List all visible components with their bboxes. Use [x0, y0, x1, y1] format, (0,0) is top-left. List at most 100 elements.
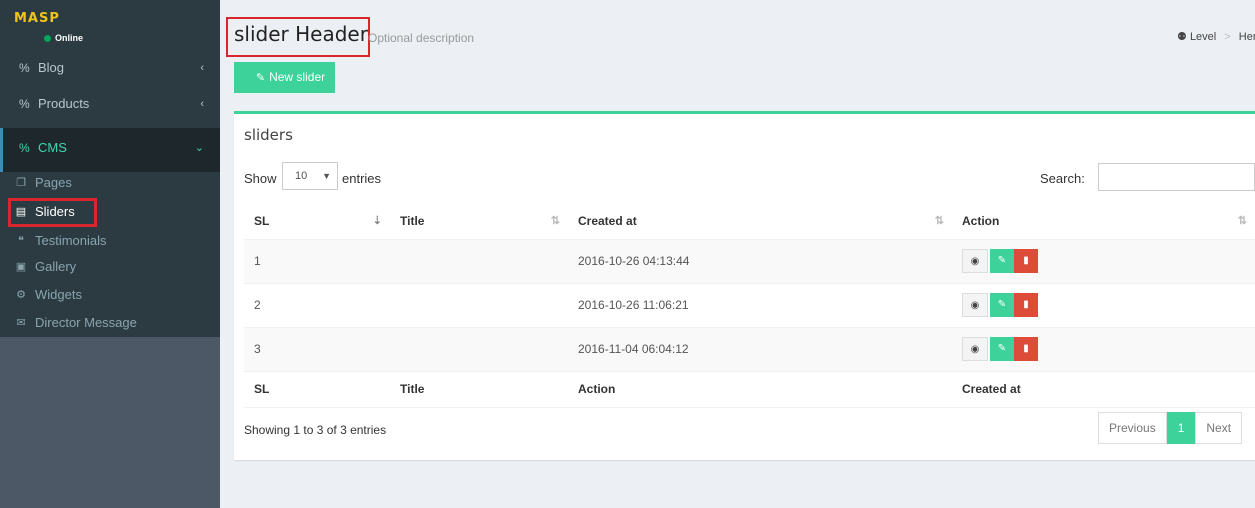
trash-icon: ▮ — [1023, 299, 1029, 310]
sidebar-item-label: Products — [38, 96, 90, 111]
column-header-label: SL — [254, 213, 270, 228]
edit-icon: ✎ — [997, 299, 1007, 310]
sort-asc-icon: ⇣ — [372, 215, 382, 227]
previous-button[interactable]: Previous — [1098, 412, 1167, 444]
column-header-sl[interactable]: SL ⇣ — [244, 203, 390, 240]
cell-action: ◉ ✎ ▮ — [952, 239, 1255, 284]
new-slider-label: New slider — [269, 70, 326, 84]
delete-button[interactable]: ▮ — [1014, 337, 1038, 361]
breadcrumb-separator: > — [1224, 31, 1231, 43]
footer-title: Title — [390, 370, 568, 408]
box-title: sliders — [244, 126, 293, 144]
footer-sl: SL — [244, 370, 390, 408]
table-header-row: SL ⇣ Title ⇅ Created at ⇅ Action ⇅ — [244, 203, 1255, 240]
cell-created-at: 2016-10-26 11:06:21 — [568, 283, 952, 328]
sidebar-item-label: Blog — [38, 60, 65, 75]
page-description: Optional description — [368, 31, 475, 45]
sidebar-subitem-widgets[interactable]: ⚙ Widgets — [0, 283, 220, 307]
delete-button[interactable]: ▮ — [1014, 293, 1038, 317]
link-icon: % — [19, 61, 30, 75]
sidebar-item-blog[interactable]: % Blog ‹ — [0, 58, 220, 84]
status-label: Online — [55, 33, 84, 43]
table-footer-row: SL Title Action Created at — [244, 370, 1255, 408]
sort-icon: ⇅ — [934, 215, 944, 227]
edit-button[interactable]: ✎ — [990, 249, 1014, 273]
cell-sl: 3 — [244, 327, 390, 372]
sidebar-subitem-label: Director Message — [35, 315, 137, 330]
show-label: Show — [244, 171, 277, 186]
footer-created-at: Created at — [952, 370, 1255, 408]
quote-icon: ❝ — [18, 235, 24, 247]
entries-label: entries — [342, 171, 382, 186]
sidebar-subitem-testimonials[interactable]: ❝ Testimonials — [0, 229, 220, 253]
edit-button[interactable]: ✎ — [990, 337, 1014, 361]
cell-action: ◉ ✎ ▮ — [952, 327, 1255, 372]
image-icon: ▣ — [15, 261, 27, 273]
status-online: Online — [44, 33, 83, 43]
cell-title — [390, 327, 568, 372]
pencil-icon: ✎ — [255, 72, 266, 84]
eye-icon: ◉ — [970, 256, 980, 267]
copy-icon: ❐ — [16, 177, 26, 189]
edit-icon: ✎ — [997, 255, 1007, 266]
table-row: 1 2016-10-26 04:13:44 ◉ ✎ ▮ — [244, 239, 1255, 284]
trash-icon: ▮ — [1023, 343, 1029, 354]
edit-button[interactable]: ✎ — [990, 293, 1014, 317]
sliders-box: sliders Show 10 ▼ entries Search: SL ⇣ Ti… — [234, 111, 1255, 460]
eye-icon: ◉ — [970, 344, 980, 355]
logo: MASP — [14, 11, 60, 26]
eye-icon: ◉ — [970, 300, 980, 311]
sidebar-subitem-gallery[interactable]: ▣ Gallery — [0, 255, 220, 279]
sidebar-item-cms[interactable]: % CMS ⌄ — [0, 128, 220, 172]
sidebar: MASP Online % Blog ‹ % Products ‹ % CMS … — [0, 0, 220, 508]
cell-sl: 2 — [244, 283, 390, 328]
cell-sl: 1 — [244, 239, 390, 284]
status-dot-icon — [44, 35, 51, 43]
cell-action: ◉ ✎ ▮ — [952, 283, 1255, 328]
page-title: slider Header — [234, 22, 368, 46]
edit-icon: ✎ — [997, 343, 1007, 354]
table-row: 3 2016-11-04 06:04:12 ◉ ✎ ▮ — [244, 327, 1255, 372]
cell-title — [390, 239, 568, 284]
entries-value: 10 — [295, 170, 308, 182]
view-button[interactable]: ◉ — [962, 249, 988, 273]
column-header-action[interactable]: Action ⇅ — [952, 203, 1255, 240]
sidebar-item-products[interactable]: % Products ‹ — [0, 94, 220, 120]
breadcrumb-here: Her — [1238, 31, 1255, 43]
link-icon: % — [19, 97, 30, 111]
column-header-label: Title — [400, 213, 425, 228]
table-row: 2 2016-10-26 11:06:21 ◉ ✎ ▮ — [244, 283, 1255, 328]
breadcrumb: ⚉ Level > Her — [1177, 30, 1255, 43]
dashboard-icon: ⚉ — [1177, 31, 1187, 43]
sliders-table: SL ⇣ Title ⇅ Created at ⇅ Action ⇅ 1 2016-10… — [244, 203, 1255, 408]
cell-created-at: 2016-10-26 04:13:44 — [568, 239, 952, 284]
sidebar-subitem-director-message[interactable]: ✉ Director Message — [0, 311, 220, 335]
sort-icon: ⇅ — [550, 215, 560, 227]
chevron-down-icon: ⌄ — [194, 142, 204, 154]
entries-select[interactable]: 10 ▼ — [282, 162, 338, 190]
next-button[interactable]: Next — [1195, 412, 1243, 444]
column-header-label: Action — [962, 213, 1000, 228]
page-button-1[interactable]: 1 — [1166, 412, 1196, 444]
view-button[interactable]: ◉ — [962, 337, 988, 361]
chevron-left-icon: ‹ — [200, 62, 204, 74]
link-icon: % — [19, 141, 30, 155]
sort-icon: ⇅ — [1237, 215, 1247, 227]
delete-button[interactable]: ▮ — [1014, 249, 1038, 273]
column-header-title[interactable]: Title ⇅ — [390, 203, 568, 240]
column-header-label: Created at — [578, 213, 637, 228]
breadcrumb-level[interactable]: Level — [1190, 31, 1216, 43]
cell-created-at: 2016-11-04 06:04:12 — [568, 327, 952, 372]
sidebar-item-label: CMS — [38, 140, 67, 155]
footer-action: Action — [568, 370, 952, 408]
trash-icon: ▮ — [1023, 255, 1029, 266]
view-button[interactable]: ◉ — [962, 293, 988, 317]
cell-title — [390, 283, 568, 328]
column-header-created-at[interactable]: Created at ⇅ — [568, 203, 952, 240]
envelope-icon: ✉ — [16, 317, 26, 329]
new-slider-button[interactable]: ✎ New slider — [234, 62, 335, 93]
search-label: Search: — [1040, 171, 1085, 186]
sidebar-subitem-pages[interactable]: ❐ Pages — [0, 171, 220, 195]
sidebar-subitem-label: Gallery — [35, 259, 77, 274]
search-input[interactable] — [1098, 163, 1255, 191]
